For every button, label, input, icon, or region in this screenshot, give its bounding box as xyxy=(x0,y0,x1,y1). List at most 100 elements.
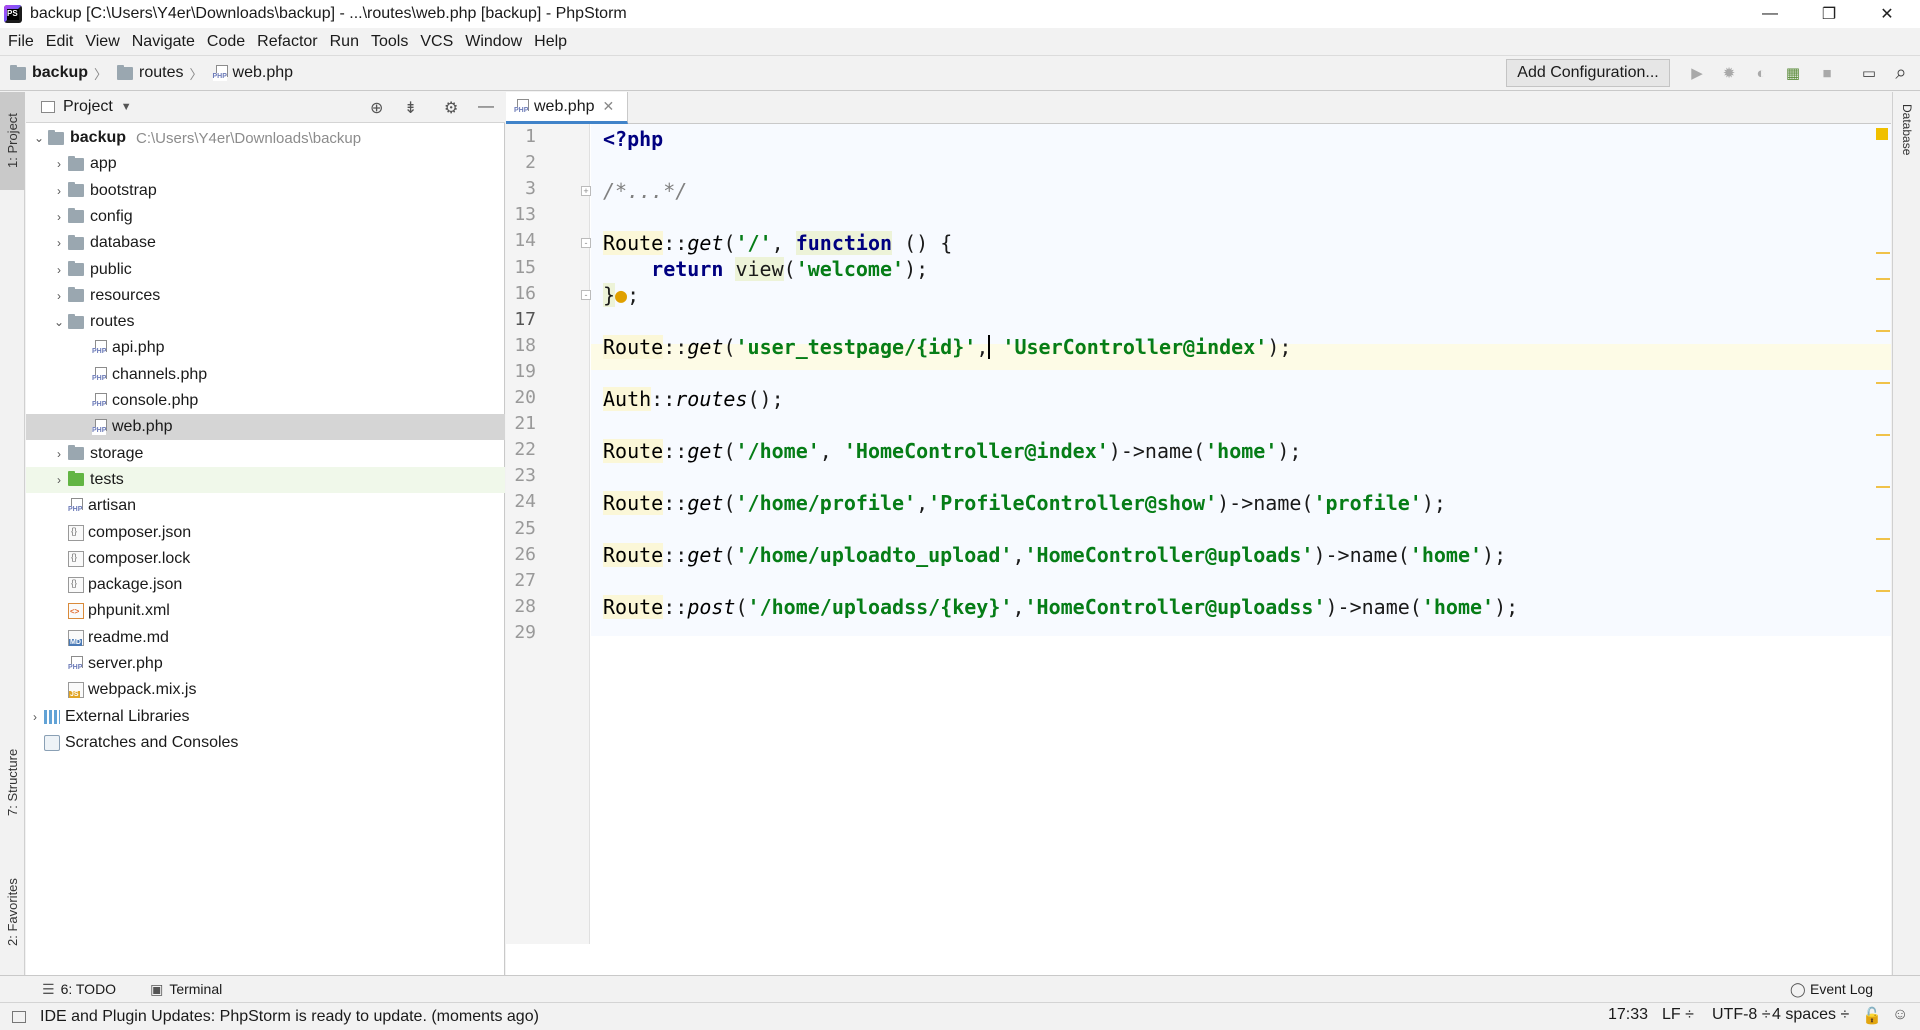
chevron-down-icon[interactable]: ▼ xyxy=(121,101,132,113)
minimize-button[interactable]: — xyxy=(1747,0,1793,28)
line-number[interactable]: 2 xyxy=(506,152,536,173)
menu-vcs[interactable]: VCS xyxy=(414,33,459,51)
line-separator[interactable]: LF ÷ xyxy=(1662,1006,1694,1024)
tree-item-readme-md[interactable]: readme.md xyxy=(26,625,505,651)
tab-event-log[interactable]: Event Log xyxy=(1810,981,1873,997)
inspector-icon[interactable]: ☺ xyxy=(1892,1006,1908,1024)
fold-toggle-icon[interactable]: - xyxy=(581,290,591,300)
line-number[interactable]: 25 xyxy=(506,518,536,539)
line-number[interactable]: 20 xyxy=(506,387,536,408)
line-number[interactable]: 19 xyxy=(506,361,536,382)
line-number[interactable]: 26 xyxy=(506,544,536,565)
line-number[interactable]: 1 xyxy=(506,126,536,147)
tab-database[interactable]: Database xyxy=(1893,104,1920,194)
menu-help[interactable]: Help xyxy=(528,33,573,51)
fold-toggle-icon[interactable]: - xyxy=(581,238,591,248)
tab-terminal[interactable]: Terminal xyxy=(169,981,222,997)
menu-file[interactable]: File xyxy=(2,33,40,51)
tree-item-app[interactable]: › app xyxy=(26,151,505,177)
line-number[interactable]: 17 xyxy=(506,309,536,330)
chevron-right-icon[interactable]: › xyxy=(50,236,68,250)
tree-item-public[interactable]: › public xyxy=(26,257,505,283)
line-number[interactable]: 28 xyxy=(506,596,536,617)
breadcrumb-routes[interactable]: routes 〉 xyxy=(117,64,203,83)
chevron-right-icon[interactable]: › xyxy=(50,210,68,224)
warning-marker[interactable] xyxy=(1876,278,1890,280)
project-view-selector[interactable]: Project xyxy=(63,98,113,116)
add-configuration-button[interactable]: Add Configuration... xyxy=(1506,59,1670,87)
tree-item-database[interactable]: › database xyxy=(26,230,505,256)
chevron-down-icon[interactable]: ⌄ xyxy=(30,131,48,145)
layout-icon[interactable]: ▭ xyxy=(1858,62,1880,84)
tree-item-package-json[interactable]: package.json xyxy=(26,572,505,598)
tree-item-composer-lock[interactable]: composer.lock xyxy=(26,546,505,572)
tree-item-routes[interactable]: ⌄ routes xyxy=(26,309,505,335)
debug-icon[interactable]: ✹ xyxy=(1718,62,1740,84)
menu-edit[interactable]: Edit xyxy=(40,33,80,51)
tree-item-composer-json[interactable]: composer.json xyxy=(26,520,505,546)
status-window-icon[interactable] xyxy=(12,1010,26,1023)
breadcrumb-backup[interactable]: backup 〉 xyxy=(10,64,107,83)
line-number[interactable]: 14 xyxy=(506,230,536,251)
status-message[interactable]: IDE and Plugin Updates: PhpStorm is read… xyxy=(40,1008,539,1026)
menu-navigate[interactable]: Navigate xyxy=(126,33,201,51)
close-button[interactable]: ✕ xyxy=(1864,0,1910,28)
tree-item-bootstrap[interactable]: › bootstrap xyxy=(26,178,505,204)
locate-icon[interactable]: ⊕ xyxy=(370,98,383,118)
breadcrumb-web-php[interactable]: web.php xyxy=(212,64,293,82)
lock-icon[interactable]: 🔓 xyxy=(1862,1006,1882,1026)
tree-item-server-php[interactable]: server.php xyxy=(26,651,505,677)
stop-icon[interactable]: ■ xyxy=(1816,62,1838,84)
chevron-right-icon[interactable]: › xyxy=(26,710,44,724)
tree-item-phpunit-xml[interactable]: phpunit.xml xyxy=(26,598,505,624)
menu-run[interactable]: Run xyxy=(324,33,365,51)
tab-todo[interactable]: 6: TODO xyxy=(61,981,117,997)
run-icon[interactable]: ▶ xyxy=(1686,62,1708,84)
tree-item-storage[interactable]: › storage xyxy=(26,441,505,467)
tree-item-external-libraries[interactable]: › External Libraries xyxy=(26,704,505,730)
chevron-right-icon[interactable]: › xyxy=(50,184,68,198)
chevron-right-icon[interactable]: › xyxy=(50,157,68,171)
menu-code[interactable]: Code xyxy=(201,33,251,51)
search-icon[interactable]: ⌕ xyxy=(1890,62,1912,84)
restore-button[interactable]: ❐ xyxy=(1806,0,1852,28)
line-number[interactable]: 23 xyxy=(506,465,536,486)
tree-item-config[interactable]: › config xyxy=(26,204,505,230)
warning-indicator-icon[interactable] xyxy=(1876,128,1888,140)
hide-icon[interactable]: — xyxy=(478,98,494,116)
line-number[interactable]: 21 xyxy=(506,413,536,434)
code-area[interactable]: <?php /*...*/ Route::get('/', function (… xyxy=(591,124,1891,944)
tree-item-backup[interactable]: ⌄ backup C:\Users\Y4er\Downloads\backup xyxy=(26,125,505,151)
tree-item-web-php[interactable]: web.php xyxy=(26,414,505,441)
warning-marker[interactable] xyxy=(1876,434,1890,436)
tab-favorites[interactable]: 2: Favorites xyxy=(0,862,25,962)
menu-tools[interactable]: Tools xyxy=(365,33,414,51)
gear-icon[interactable]: ⚙ xyxy=(444,98,458,118)
close-tab-icon[interactable]: ✕ xyxy=(603,98,615,115)
file-encoding[interactable]: UTF-8 ÷ xyxy=(1712,1006,1771,1024)
tree-item-scratches[interactable]: Scratches and Consoles xyxy=(26,730,505,756)
line-number[interactable]: 18 xyxy=(506,335,536,356)
menu-view[interactable]: View xyxy=(79,33,125,51)
chevron-right-icon[interactable]: › xyxy=(50,289,68,303)
line-number[interactable]: 3 xyxy=(506,178,536,199)
warning-marker[interactable] xyxy=(1876,252,1890,254)
warning-marker[interactable] xyxy=(1876,538,1890,540)
chevron-down-icon[interactable]: ⌄ xyxy=(50,315,68,329)
chevron-right-icon[interactable]: › xyxy=(50,447,68,461)
fold-toggle-icon[interactable]: + xyxy=(581,186,591,196)
collapse-all-icon[interactable]: ⇟ xyxy=(404,98,417,118)
tree-item-console-php[interactable]: console.php xyxy=(26,388,505,414)
tab-web-php[interactable]: web.php ✕ xyxy=(506,92,628,124)
tree-item-channels-php[interactable]: channels.php xyxy=(26,362,505,388)
warning-marker[interactable] xyxy=(1876,382,1890,384)
line-number[interactable]: 16 xyxy=(506,283,536,304)
menu-refactor[interactable]: Refactor xyxy=(251,33,323,51)
warning-marker[interactable] xyxy=(1876,486,1890,488)
menu-window[interactable]: Window xyxy=(459,33,528,51)
line-number[interactable]: 15 xyxy=(506,257,536,278)
tree-item-api-php[interactable]: api.php xyxy=(26,335,505,361)
indent-setting[interactable]: 4 spaces ÷ xyxy=(1772,1006,1849,1024)
caret-position[interactable]: 17:33 xyxy=(1608,1006,1648,1024)
profile-icon[interactable]: ▦ xyxy=(1782,62,1804,84)
